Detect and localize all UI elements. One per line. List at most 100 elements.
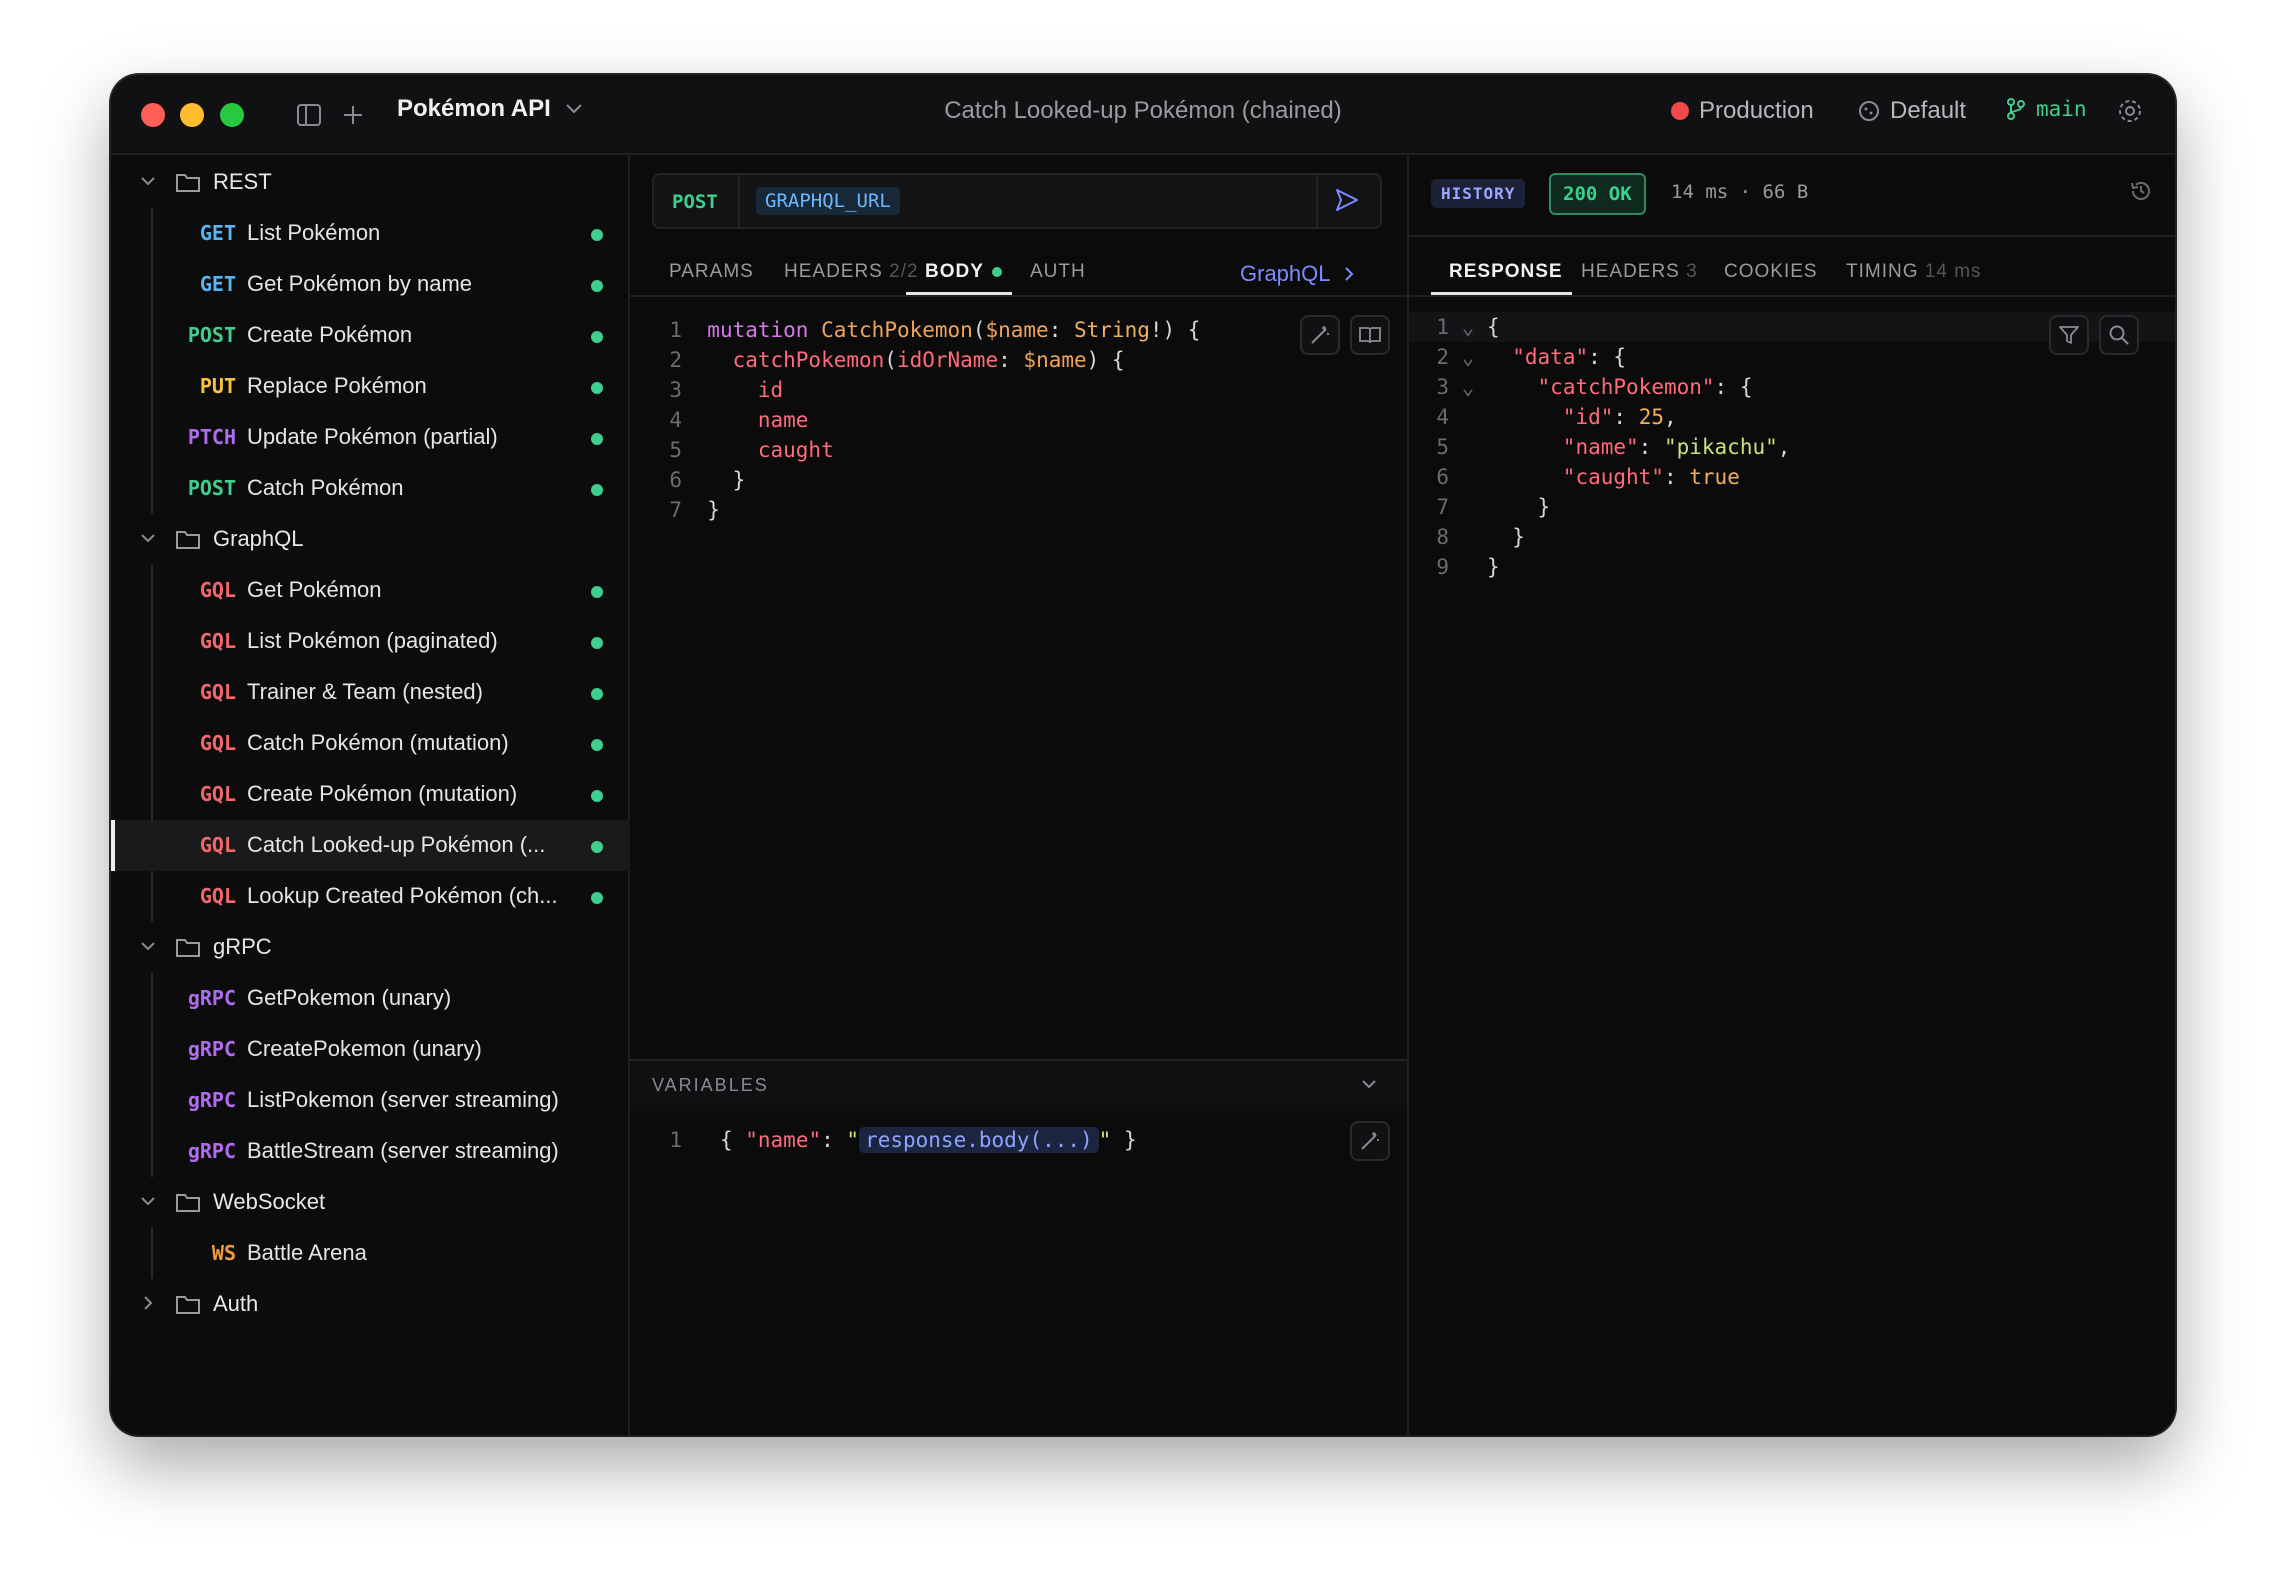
folder-label: REST (213, 169, 272, 194)
sidebar-item-replace-pokemon[interactable]: PUT Replace Pokémon (111, 361, 630, 412)
method-badge: GQL (199, 833, 236, 857)
sidebar-item-gql-list-pokemon[interactable]: GQL List Pokémon (paginated) (111, 616, 630, 667)
send-request-icon[interactable] (1334, 187, 1360, 218)
request-label: Replace Pokémon (247, 373, 427, 398)
request-label: BattleStream (server streaming) (247, 1138, 559, 1163)
request-pane: POST GRAPHQL_URL PARAMS HEADERS 2/2 BODY… (630, 155, 1407, 1435)
method-badge: PTCH (187, 425, 236, 449)
method-badge: GQL (199, 731, 236, 755)
status-dot (591, 433, 603, 445)
maximize-window-button[interactable] (220, 103, 244, 127)
chevron-down-icon (1362, 1080, 1376, 1089)
collection-sidebar: REST GET List Pokémon GET Get Pokémon by… (111, 155, 630, 1435)
divider (630, 295, 1407, 297)
status-dot (591, 382, 603, 394)
schema-docs-book-icon[interactable] (1350, 315, 1390, 355)
request-label: Get Pokémon (247, 577, 382, 602)
divider (1409, 295, 2175, 297)
sidebar-item-get-pokemon-by-name[interactable]: GET Get Pokémon by name (111, 259, 630, 310)
search-icon[interactable] (2099, 315, 2139, 355)
history-clock-icon[interactable] (2129, 179, 2153, 208)
tab-response-headers[interactable]: HEADERS 3 (1581, 261, 1698, 283)
tab-auth[interactable]: AUTH (1030, 261, 1086, 283)
http-method-selector[interactable]: POST (672, 191, 718, 213)
prettify-wand-icon[interactable] (1300, 315, 1340, 355)
sidebar-item-grpc-list-pokemon[interactable]: gRPC ListPokemon (server streaming) (111, 1075, 630, 1126)
sidebar-item-gql-catch-looked-up-pokemon[interactable]: GQL Catch Looked-up Pokémon (... (111, 820, 630, 871)
chevron-down-icon (141, 1197, 155, 1206)
tab-response[interactable]: RESPONSE (1449, 261, 1563, 283)
git-branch-selector[interactable]: main (2006, 97, 2087, 121)
response-viewer[interactable]: 1 ⌄ { 2 ⌄ "data": { 3 ⌄ "catchPokemon": … (1427, 312, 1790, 582)
tab-cookies[interactable]: COOKIES (1724, 261, 1818, 283)
cookie-icon (1859, 101, 1879, 121)
body-type-selector[interactable]: GraphQL (1240, 261, 1355, 287)
status-dot (591, 790, 603, 802)
chevron-down-icon (141, 942, 155, 951)
status-dot (591, 280, 603, 292)
sidebar-item-gql-lookup-created-pokemon[interactable]: GQL Lookup Created Pokémon (ch... (111, 871, 630, 922)
url-bar[interactable]: POST GRAPHQL_URL (652, 173, 1382, 229)
folder-rest[interactable]: REST (111, 157, 630, 208)
folder-icon (176, 1296, 200, 1314)
sidebar-item-gql-trainer-team[interactable]: GQL Trainer & Team (nested) (111, 667, 630, 718)
environment-production[interactable]: Production (1671, 97, 1814, 125)
sidebar-item-list-pokemon[interactable]: GET List Pokémon (111, 208, 630, 259)
sidebar-item-create-pokemon[interactable]: POST Create Pokémon (111, 310, 630, 361)
sidebar-item-grpc-create-pokemon[interactable]: gRPC CreatePokemon (unary) (111, 1024, 630, 1075)
method-badge: GQL (199, 578, 236, 602)
url-variable-chip[interactable]: GRAPHQL_URL (756, 187, 900, 215)
sidebar-item-gql-create-pokemon[interactable]: GQL Create Pokémon (mutation) (111, 769, 630, 820)
new-tab-plus-icon[interactable] (335, 97, 371, 133)
prettify-variables-wand-icon[interactable] (1350, 1121, 1390, 1161)
filter-funnel-icon[interactable] (2049, 315, 2089, 355)
folder-websocket[interactable]: WebSocket (111, 1177, 630, 1228)
history-badge[interactable]: HISTORY (1431, 179, 1526, 208)
sidebar-item-update-pokemon-partial[interactable]: PTCH Update Pokémon (partial) (111, 412, 630, 463)
method-badge: gRPC (187, 1037, 236, 1061)
variables-header[interactable]: VARIABLES (630, 1059, 1407, 1111)
request-label: Catch Pokémon (mutation) (247, 730, 509, 755)
folder-icon (176, 531, 200, 549)
environment-default[interactable]: Default (1858, 97, 1966, 125)
status-dot (591, 688, 603, 700)
tab-count: 3 (1686, 261, 1698, 282)
variables-editor[interactable]: 1 { "name": " response.body(...) " } (660, 1125, 1137, 1155)
folder-label: gRPC (213, 934, 272, 959)
close-window-button[interactable] (141, 103, 165, 127)
status-dot (591, 229, 603, 241)
sidebar-item-ws-battle-arena[interactable]: WS Battle Arena (111, 1228, 630, 1279)
variables-title: VARIABLES (652, 1075, 769, 1095)
response-tabs: RESPONSE HEADERS 3 COOKIES TIMING 14 ms (1409, 251, 2175, 295)
tab-body[interactable]: BODY (925, 261, 1002, 283)
method-badge: GQL (199, 629, 236, 653)
tab-timing[interactable]: TIMING 14 ms (1846, 261, 1982, 283)
sidebar-toggle-icon[interactable] (291, 97, 327, 133)
response-pane: HISTORY 200 OK 14 ms · 66 B RESPONSE HEA… (1407, 155, 2175, 1435)
branch-name: main (2036, 97, 2087, 121)
sidebar-item-grpc-get-pokemon[interactable]: gRPC GetPokemon (unary) (111, 973, 630, 1024)
request-label: Get Pokémon by name (247, 271, 473, 296)
environment-status-dot (1671, 102, 1689, 120)
workspace-switcher[interactable]: Pokémon API (397, 95, 583, 123)
minimize-window-button[interactable] (180, 103, 204, 127)
response-meta: 14 ms · 66 B (1671, 181, 1809, 203)
tab-params[interactable]: PARAMS (669, 261, 754, 283)
settings-gear-icon[interactable] (2116, 97, 2144, 130)
divider (1316, 175, 1318, 227)
folder-label: Auth (213, 1291, 259, 1316)
folder-grpc[interactable]: gRPC (111, 922, 630, 973)
sidebar-item-gql-get-pokemon[interactable]: GQL Get Pokémon (111, 565, 630, 616)
method-badge: GET (199, 221, 236, 245)
method-badge: GET (199, 272, 236, 296)
folder-auth[interactable]: Auth (111, 1279, 630, 1330)
query-editor[interactable]: 1 mutation CatchPokemon($name: String!) … (660, 315, 1200, 525)
tab-headers[interactable]: HEADERS 2/2 (784, 261, 919, 283)
sidebar-item-grpc-battle-stream[interactable]: gRPC BattleStream (server streaming) (111, 1126, 630, 1177)
folder-graphql[interactable]: GraphQL (111, 514, 630, 565)
request-label: ListPokemon (server streaming) (247, 1087, 559, 1112)
sidebar-item-gql-catch-pokemon[interactable]: GQL Catch Pokémon (mutation) (111, 718, 630, 769)
sidebar-item-catch-pokemon[interactable]: POST Catch Pokémon (111, 463, 630, 514)
request-label: Update Pokémon (partial) (247, 424, 498, 449)
method-badge: GQL (199, 884, 236, 908)
